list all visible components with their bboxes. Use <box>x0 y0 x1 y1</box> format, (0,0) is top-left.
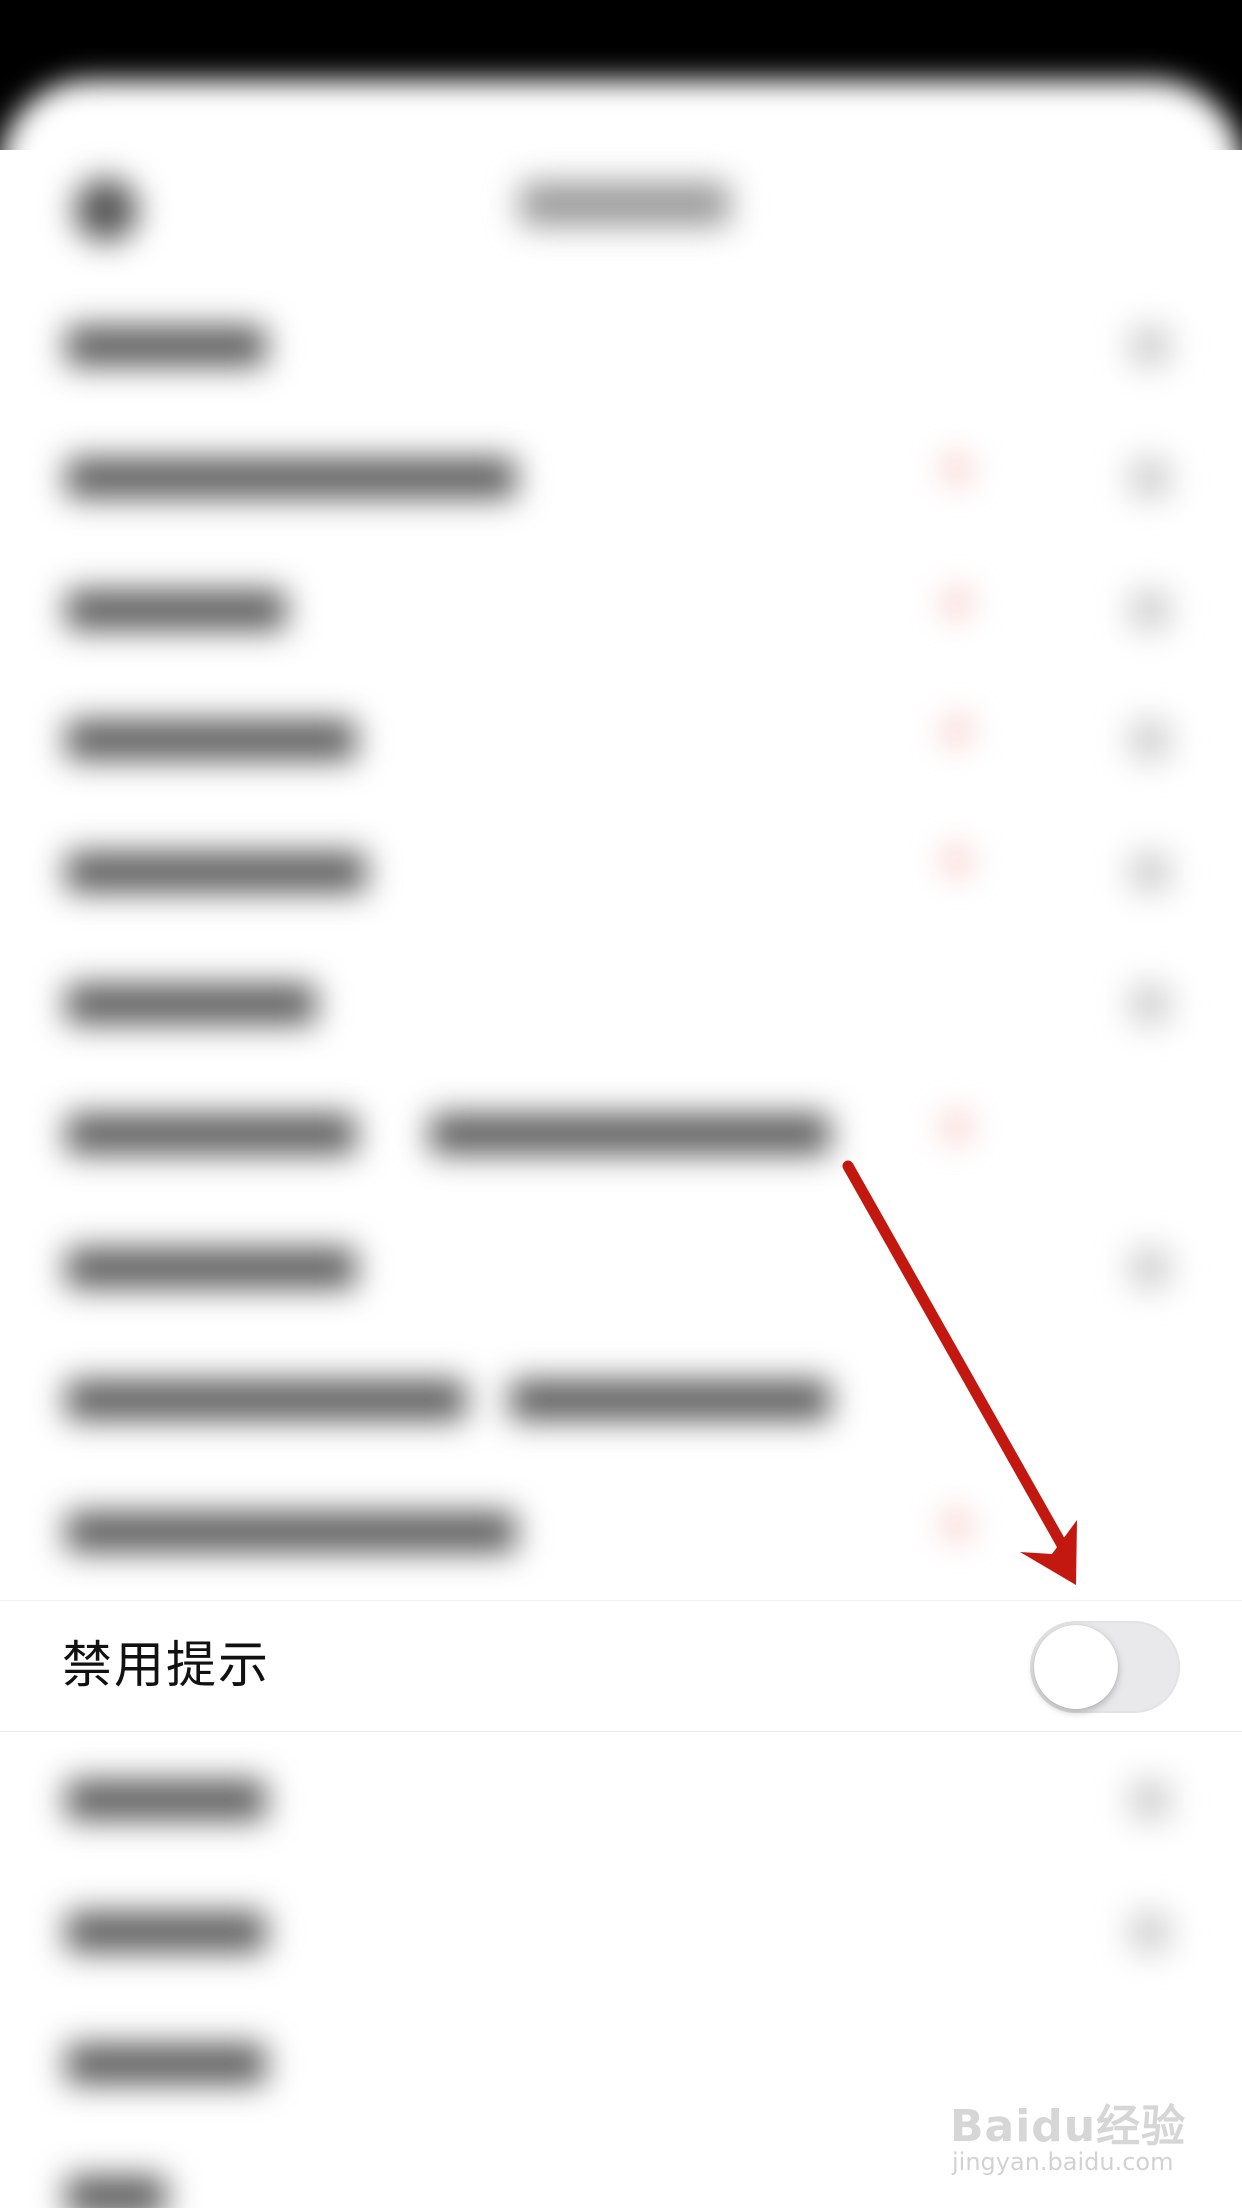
chevron-right-icon <box>1130 1780 1170 1820</box>
red-dot-badge <box>944 848 970 874</box>
list-item <box>66 720 356 760</box>
chevron-right-icon <box>1130 326 1170 366</box>
list-item <box>66 590 286 630</box>
watermark: Baidu经验 jingyan.baidu.com <box>950 2070 1190 2190</box>
chevron-right-icon <box>1130 590 1170 630</box>
list-item <box>66 326 266 366</box>
list-item <box>66 2044 266 2084</box>
disable-tips-toggle[interactable] <box>1030 1621 1180 1713</box>
red-dot-badge <box>944 590 970 616</box>
list-item <box>66 852 366 892</box>
list-item <box>66 1380 466 1420</box>
red-dot-badge <box>944 1512 970 1538</box>
list-item <box>66 984 316 1024</box>
page-title <box>520 182 730 226</box>
chevron-right-icon <box>1130 720 1170 760</box>
chevron-right-icon <box>1130 852 1170 892</box>
list-item <box>430 1114 830 1154</box>
chevron-right-icon <box>1130 1248 1170 1288</box>
chevron-right-icon <box>1130 458 1170 498</box>
list-item <box>66 1248 356 1288</box>
toggle-knob <box>1034 1625 1118 1709</box>
watermark-url: jingyan.baidu.com <box>952 2148 1174 2176</box>
back-icon[interactable] <box>74 178 138 242</box>
red-dot-badge <box>944 456 970 482</box>
list-item <box>66 2176 166 2208</box>
red-dot-badge <box>944 1114 970 1140</box>
red-dot-badge <box>944 718 970 744</box>
list-item <box>510 1380 830 1420</box>
disable-tips-label: 禁用提示 <box>62 1636 270 1694</box>
list-item <box>66 1114 356 1154</box>
chevron-right-icon <box>1130 984 1170 1024</box>
chevron-right-icon <box>1130 1912 1170 1952</box>
disable-tips-row: 禁用提示 <box>0 1600 1242 1732</box>
settings-page: 禁用提示 Baidu经验 jingyan.baidu.com <box>0 0 1242 2208</box>
blurred-content <box>0 0 1242 2208</box>
list-item <box>66 1912 266 1952</box>
list-item <box>66 1780 266 1820</box>
list-item <box>66 1512 516 1552</box>
baidu-logo: Baidu经验 <box>950 2101 1187 2152</box>
list-item <box>66 458 516 498</box>
